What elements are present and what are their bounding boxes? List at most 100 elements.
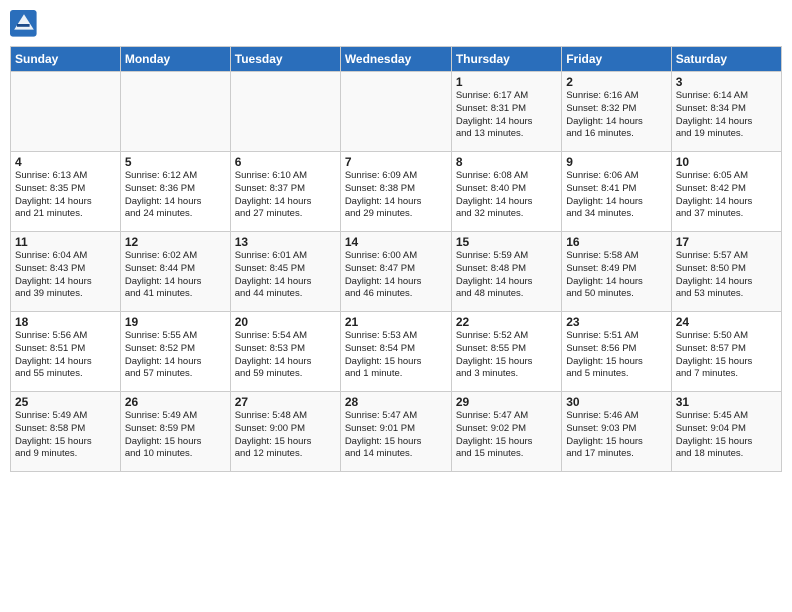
logo [10, 10, 42, 38]
day-number: 28 [345, 395, 447, 409]
day-number: 25 [15, 395, 116, 409]
day-info: Sunrise: 5:52 AM Sunset: 8:55 PM Dayligh… [456, 330, 557, 381]
day-info: Sunrise: 6:13 AM Sunset: 8:35 PM Dayligh… [15, 170, 116, 221]
day-number: 17 [676, 235, 777, 249]
calendar-cell: 17Sunrise: 5:57 AM Sunset: 8:50 PM Dayli… [671, 232, 781, 312]
calendar-cell: 29Sunrise: 5:47 AM Sunset: 9:02 PM Dayli… [451, 392, 561, 472]
calendar-cell: 21Sunrise: 5:53 AM Sunset: 8:54 PM Dayli… [340, 312, 451, 392]
calendar-page: SundayMondayTuesdayWednesdayThursdayFrid… [0, 0, 792, 612]
day-info: Sunrise: 5:54 AM Sunset: 8:53 PM Dayligh… [235, 330, 336, 381]
day-number: 14 [345, 235, 447, 249]
day-info: Sunrise: 5:55 AM Sunset: 8:52 PM Dayligh… [125, 330, 226, 381]
day-number: 3 [676, 75, 777, 89]
day-info: Sunrise: 6:04 AM Sunset: 8:43 PM Dayligh… [15, 250, 116, 301]
weekday-header: Thursday [451, 47, 561, 72]
calendar-cell: 27Sunrise: 5:48 AM Sunset: 9:00 PM Dayli… [230, 392, 340, 472]
calendar-cell: 8Sunrise: 6:08 AM Sunset: 8:40 PM Daylig… [451, 152, 561, 232]
calendar-cell: 6Sunrise: 6:10 AM Sunset: 8:37 PM Daylig… [230, 152, 340, 232]
day-number: 13 [235, 235, 336, 249]
day-info: Sunrise: 6:06 AM Sunset: 8:41 PM Dayligh… [566, 170, 666, 221]
day-info: Sunrise: 5:50 AM Sunset: 8:57 PM Dayligh… [676, 330, 777, 381]
calendar-cell: 18Sunrise: 5:56 AM Sunset: 8:51 PM Dayli… [11, 312, 121, 392]
day-info: Sunrise: 5:59 AM Sunset: 8:48 PM Dayligh… [456, 250, 557, 301]
day-number: 20 [235, 315, 336, 329]
calendar-cell: 24Sunrise: 5:50 AM Sunset: 8:57 PM Dayli… [671, 312, 781, 392]
day-info: Sunrise: 5:57 AM Sunset: 8:50 PM Dayligh… [676, 250, 777, 301]
calendar-week: 1Sunrise: 6:17 AM Sunset: 8:31 PM Daylig… [11, 72, 782, 152]
day-info: Sunrise: 5:48 AM Sunset: 9:00 PM Dayligh… [235, 410, 336, 461]
calendar-week: 4Sunrise: 6:13 AM Sunset: 8:35 PM Daylig… [11, 152, 782, 232]
calendar-cell: 5Sunrise: 6:12 AM Sunset: 8:36 PM Daylig… [120, 152, 230, 232]
day-info: Sunrise: 6:00 AM Sunset: 8:47 PM Dayligh… [345, 250, 447, 301]
day-number: 10 [676, 155, 777, 169]
day-info: Sunrise: 6:01 AM Sunset: 8:45 PM Dayligh… [235, 250, 336, 301]
day-number: 29 [456, 395, 557, 409]
calendar-cell: 20Sunrise: 5:54 AM Sunset: 8:53 PM Dayli… [230, 312, 340, 392]
day-number: 4 [15, 155, 116, 169]
calendar-cell: 26Sunrise: 5:49 AM Sunset: 8:59 PM Dayli… [120, 392, 230, 472]
day-number: 22 [456, 315, 557, 329]
weekday-header: Friday [562, 47, 671, 72]
day-info: Sunrise: 5:51 AM Sunset: 8:56 PM Dayligh… [566, 330, 666, 381]
day-info: Sunrise: 6:16 AM Sunset: 8:32 PM Dayligh… [566, 90, 666, 141]
day-number: 21 [345, 315, 447, 329]
day-info: Sunrise: 6:10 AM Sunset: 8:37 PM Dayligh… [235, 170, 336, 221]
day-number: 7 [345, 155, 447, 169]
calendar-cell: 30Sunrise: 5:46 AM Sunset: 9:03 PM Dayli… [562, 392, 671, 472]
day-info: Sunrise: 6:12 AM Sunset: 8:36 PM Dayligh… [125, 170, 226, 221]
calendar-week: 11Sunrise: 6:04 AM Sunset: 8:43 PM Dayli… [11, 232, 782, 312]
day-info: Sunrise: 6:17 AM Sunset: 8:31 PM Dayligh… [456, 90, 557, 141]
header [10, 10, 782, 38]
day-info: Sunrise: 5:47 AM Sunset: 9:01 PM Dayligh… [345, 410, 447, 461]
weekday-header: Saturday [671, 47, 781, 72]
day-info: Sunrise: 5:47 AM Sunset: 9:02 PM Dayligh… [456, 410, 557, 461]
calendar-cell [120, 72, 230, 152]
calendar-cell: 1Sunrise: 6:17 AM Sunset: 8:31 PM Daylig… [451, 72, 561, 152]
calendar-cell: 15Sunrise: 5:59 AM Sunset: 8:48 PM Dayli… [451, 232, 561, 312]
calendar-cell: 3Sunrise: 6:14 AM Sunset: 8:34 PM Daylig… [671, 72, 781, 152]
calendar-cell: 16Sunrise: 5:58 AM Sunset: 8:49 PM Dayli… [562, 232, 671, 312]
calendar-cell: 9Sunrise: 6:06 AM Sunset: 8:41 PM Daylig… [562, 152, 671, 232]
calendar-body: 1Sunrise: 6:17 AM Sunset: 8:31 PM Daylig… [11, 72, 782, 472]
day-number: 8 [456, 155, 557, 169]
day-number: 26 [125, 395, 226, 409]
calendar-cell: 2Sunrise: 6:16 AM Sunset: 8:32 PM Daylig… [562, 72, 671, 152]
calendar-cell: 23Sunrise: 5:51 AM Sunset: 8:56 PM Dayli… [562, 312, 671, 392]
day-info: Sunrise: 5:46 AM Sunset: 9:03 PM Dayligh… [566, 410, 666, 461]
weekday-row: SundayMondayTuesdayWednesdayThursdayFrid… [11, 47, 782, 72]
day-info: Sunrise: 6:02 AM Sunset: 8:44 PM Dayligh… [125, 250, 226, 301]
calendar-cell: 25Sunrise: 5:49 AM Sunset: 8:58 PM Dayli… [11, 392, 121, 472]
day-number: 23 [566, 315, 666, 329]
logo-icon [10, 10, 38, 38]
calendar-cell [11, 72, 121, 152]
calendar-table: SundayMondayTuesdayWednesdayThursdayFrid… [10, 46, 782, 472]
day-number: 15 [456, 235, 557, 249]
day-number: 24 [676, 315, 777, 329]
calendar-cell: 11Sunrise: 6:04 AM Sunset: 8:43 PM Dayli… [11, 232, 121, 312]
day-number: 30 [566, 395, 666, 409]
weekday-header: Tuesday [230, 47, 340, 72]
calendar-cell [340, 72, 451, 152]
day-info: Sunrise: 6:14 AM Sunset: 8:34 PM Dayligh… [676, 90, 777, 141]
day-info: Sunrise: 5:56 AM Sunset: 8:51 PM Dayligh… [15, 330, 116, 381]
day-number: 9 [566, 155, 666, 169]
calendar-cell: 4Sunrise: 6:13 AM Sunset: 8:35 PM Daylig… [11, 152, 121, 232]
day-number: 12 [125, 235, 226, 249]
day-info: Sunrise: 5:53 AM Sunset: 8:54 PM Dayligh… [345, 330, 447, 381]
day-info: Sunrise: 6:05 AM Sunset: 8:42 PM Dayligh… [676, 170, 777, 221]
day-number: 27 [235, 395, 336, 409]
calendar-cell: 19Sunrise: 5:55 AM Sunset: 8:52 PM Dayli… [120, 312, 230, 392]
day-number: 18 [15, 315, 116, 329]
day-number: 16 [566, 235, 666, 249]
calendar-cell: 22Sunrise: 5:52 AM Sunset: 8:55 PM Dayli… [451, 312, 561, 392]
calendar-cell [230, 72, 340, 152]
day-number: 6 [235, 155, 336, 169]
day-info: Sunrise: 5:45 AM Sunset: 9:04 PM Dayligh… [676, 410, 777, 461]
day-number: 2 [566, 75, 666, 89]
calendar-header: SundayMondayTuesdayWednesdayThursdayFrid… [11, 47, 782, 72]
weekday-header: Monday [120, 47, 230, 72]
day-number: 11 [15, 235, 116, 249]
day-number: 1 [456, 75, 557, 89]
calendar-cell: 31Sunrise: 5:45 AM Sunset: 9:04 PM Dayli… [671, 392, 781, 472]
day-number: 31 [676, 395, 777, 409]
